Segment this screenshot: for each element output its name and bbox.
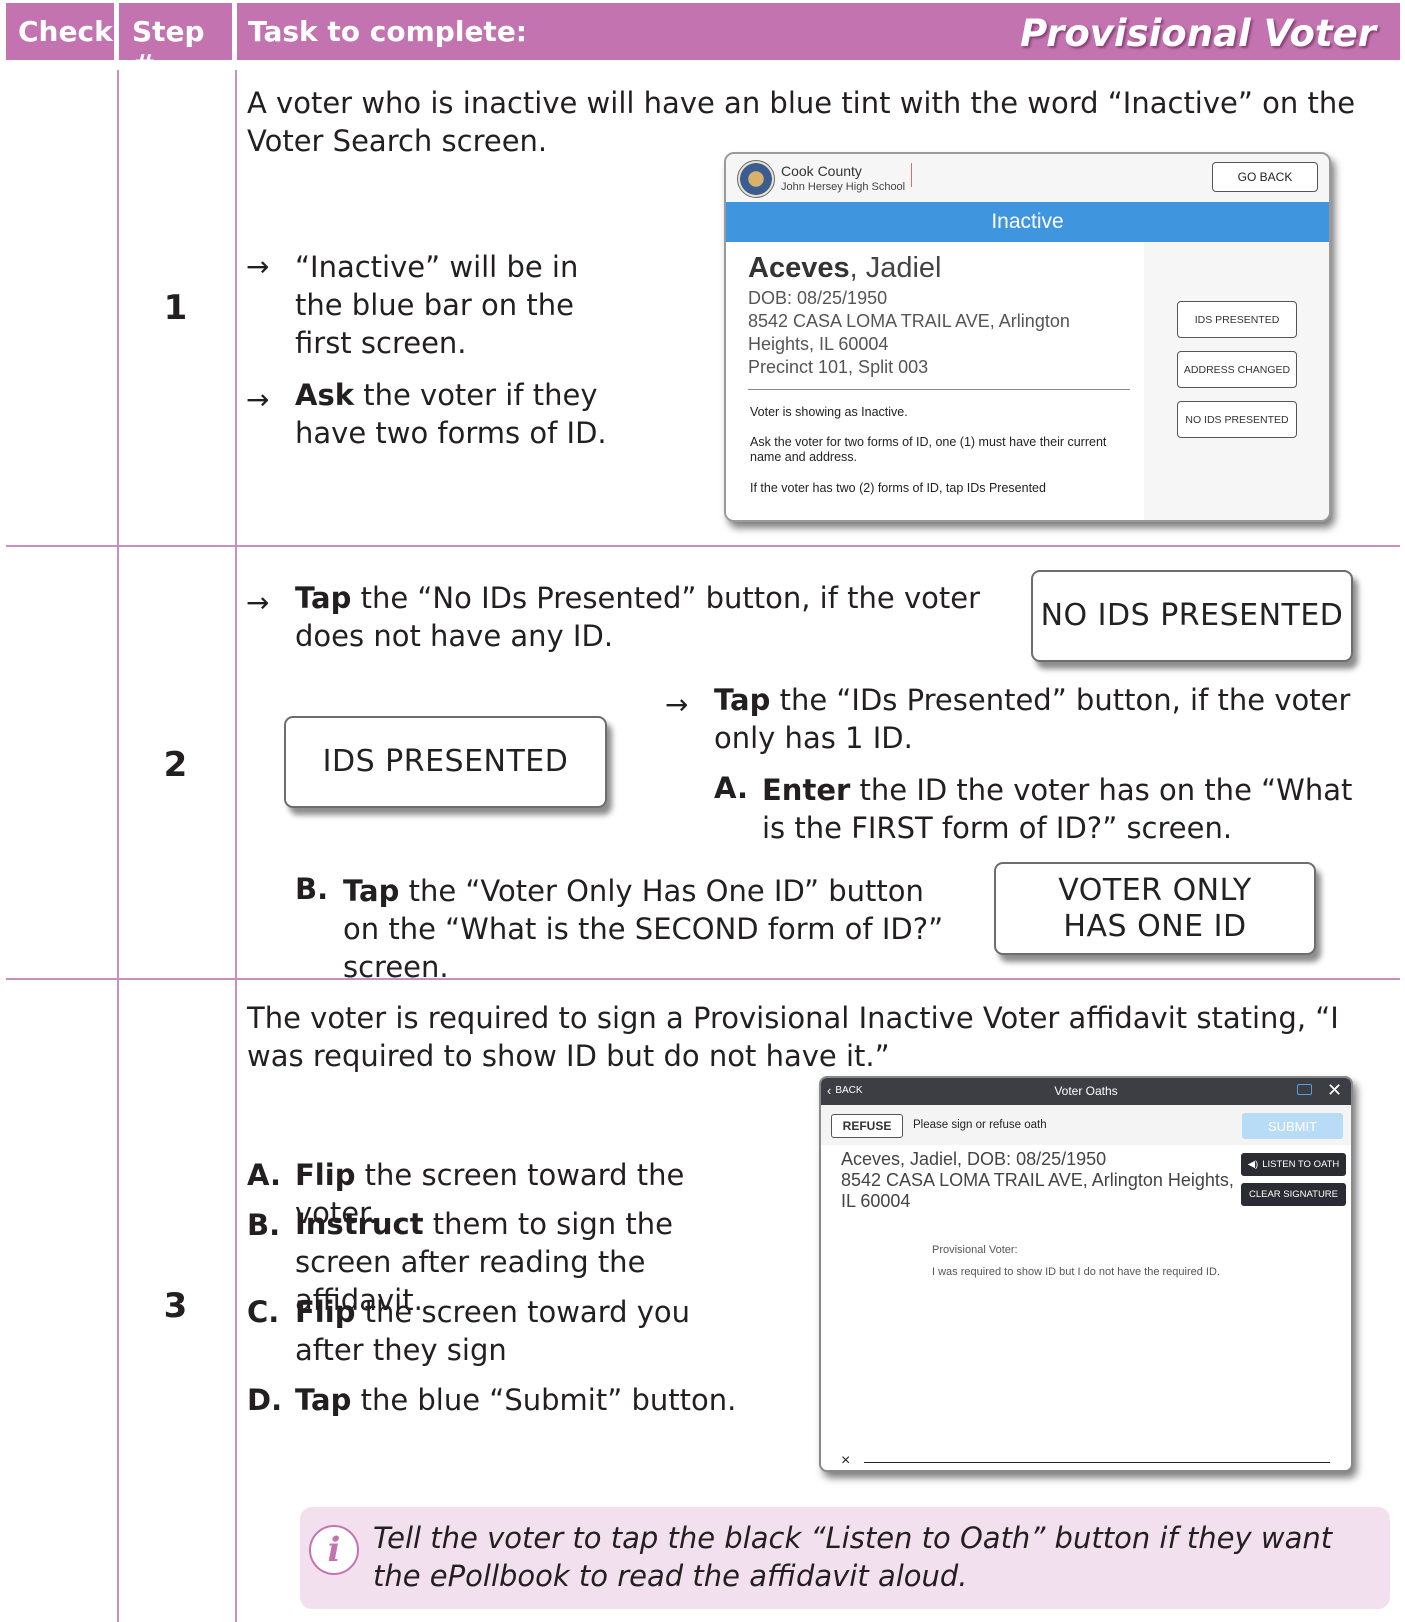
no-ids-presented-button[interactable]: NO IDS PRESENTED xyxy=(1177,401,1297,438)
voter-address-line2: IL 60004 xyxy=(841,1191,911,1211)
address-changed-button[interactable]: ADDRESS CHANGED xyxy=(1177,351,1297,388)
clear-signature-button[interactable]: CLEAR SIGNATURE xyxy=(1241,1183,1346,1206)
voter-search-screen: Cook County John Hersey High School GO B… xyxy=(724,152,1331,522)
submit-button[interactable]: SUBMIT xyxy=(1242,1113,1343,1139)
info-callout: i Tell the voter to tap the black “Liste… xyxy=(300,1507,1390,1609)
step3-flip-to-you: Flip the screen toward you after they si… xyxy=(295,1295,691,1367)
list-label: D. xyxy=(247,1383,283,1417)
two-id-message: Ask the voter for two forms of ID, one (… xyxy=(750,435,1107,464)
oath-label: Provisional Voter: xyxy=(932,1244,1018,1256)
signature-x-mark: × xyxy=(841,1452,851,1469)
voter-precinct: Precinct 101, Split 003 xyxy=(748,357,929,377)
step1-intro: A voter who is inactive will have an blu… xyxy=(247,86,1356,158)
voter-name: Aceves, Jadiel xyxy=(748,252,942,284)
go-back-button[interactable]: GO BACK xyxy=(1212,162,1318,192)
step2-no-ids-instruction: Tap the “No IDs Presented” button, if th… xyxy=(295,581,981,653)
header-step: Step # xyxy=(119,3,232,81)
header-separator xyxy=(911,163,912,187)
voter-address-line1: 8542 CASA LOMA TRAIL AVE, Arlington xyxy=(748,311,1070,331)
arrow-icon: → xyxy=(246,250,270,283)
no-ids-presented-button[interactable]: NO IDS PRESENTED xyxy=(1031,570,1353,662)
info-icon: i xyxy=(309,1525,359,1575)
oaths-title: Voter Oaths xyxy=(1054,1084,1118,1098)
screen-header: Cook County John Hersey High School GO B… xyxy=(726,154,1329,202)
refuse-button[interactable]: REFUSE xyxy=(831,1114,903,1138)
close-icon[interactable]: ✕ xyxy=(1327,1080,1342,1101)
list-label: C. xyxy=(247,1295,280,1329)
list-label: B. xyxy=(295,872,329,906)
header-task: Task to complete: Provisional Voter xyxy=(237,3,1400,60)
inactive-message: Voter is showing as Inactive. xyxy=(750,405,908,419)
step-number: 1 xyxy=(163,288,188,328)
oath-prompt: Please sign or refuse oath xyxy=(913,1119,1047,1131)
info-callout-text: Tell the voter to tap the black “Listen … xyxy=(373,1521,1333,1593)
step-number: 2 xyxy=(163,745,188,785)
step2-one-id-instruction: Tap the “Voter Only Has One ID” button o… xyxy=(343,874,944,984)
header-check: Check xyxy=(6,3,114,60)
ids-presented-button[interactable]: IDS PRESENTED xyxy=(1177,301,1297,338)
polling-place: John Hersey High School xyxy=(781,181,906,193)
listen-to-oath-button[interactable]: ◀) LISTEN TO OATH xyxy=(1241,1153,1346,1176)
step1-bullet-ask: Ask the voter if they have two forms of … xyxy=(295,378,607,450)
step-number: 3 xyxy=(163,1286,188,1326)
county-name: Cook County xyxy=(781,163,862,179)
signature-line[interactable] xyxy=(864,1462,1330,1463)
tap-ids-message: If the voter has two (2) forms of ID, ta… xyxy=(750,481,1046,495)
inactive-status-bar: Inactive xyxy=(726,202,1329,242)
arrow-icon: → xyxy=(246,383,270,416)
step3-tap-submit: Tap the blue “Submit” button. xyxy=(295,1383,737,1417)
header-check-label: Check xyxy=(18,15,113,48)
oath-text: I was required to show ID but I do not h… xyxy=(932,1266,1220,1278)
list-label: B. xyxy=(247,1208,281,1242)
details-divider xyxy=(748,389,1130,390)
column-divider xyxy=(235,70,237,1622)
voter-only-has-one-id-button[interactable]: VOTER ONLY HAS ONE ID xyxy=(994,862,1316,955)
list-label: A. xyxy=(714,771,748,805)
voter-dob: DOB: 08/25/1950 xyxy=(748,288,888,308)
voter-oaths-screen: ‹ BACK Voter Oaths ✕ REFUSE Please sign o… xyxy=(819,1076,1353,1472)
list-label: A. xyxy=(247,1158,281,1192)
arrow-icon: → xyxy=(246,586,270,619)
voter-name-dob: Aceves, Jadiel, DOB: 08/25/1950 xyxy=(841,1149,1107,1169)
voter-address-line2: Heights, IL 60004 xyxy=(748,334,889,354)
county-seal-icon xyxy=(737,160,775,198)
oaths-titlebar: ‹ BACK Voter Oaths ✕ xyxy=(821,1078,1351,1105)
step3-intro: The voter is required to sign a Provisio… xyxy=(247,1001,1339,1073)
voter-address-line1: 8542 CASA LOMA TRAIL AVE, Arlington Heig… xyxy=(841,1170,1234,1190)
header-step-label: Step # xyxy=(132,15,205,81)
step2-first-id-instruction: Enter the ID the voter has on the “What … xyxy=(762,773,1353,845)
keyboard-icon[interactable] xyxy=(1297,1084,1312,1095)
header-task-label: Task to complete: xyxy=(248,15,528,48)
page-title: Provisional Voter xyxy=(1020,12,1376,55)
step2-ids-presented-instruction: Tap the “IDs Presented” button, if the v… xyxy=(714,683,1351,755)
row-divider xyxy=(6,545,1400,547)
step1-bullet-inactive: “Inactive” will be in the blue bar on th… xyxy=(295,250,579,360)
speaker-icon: ◀) xyxy=(1247,1159,1259,1170)
ids-presented-button[interactable]: IDS PRESENTED xyxy=(284,716,607,808)
arrow-icon: → xyxy=(665,688,689,721)
